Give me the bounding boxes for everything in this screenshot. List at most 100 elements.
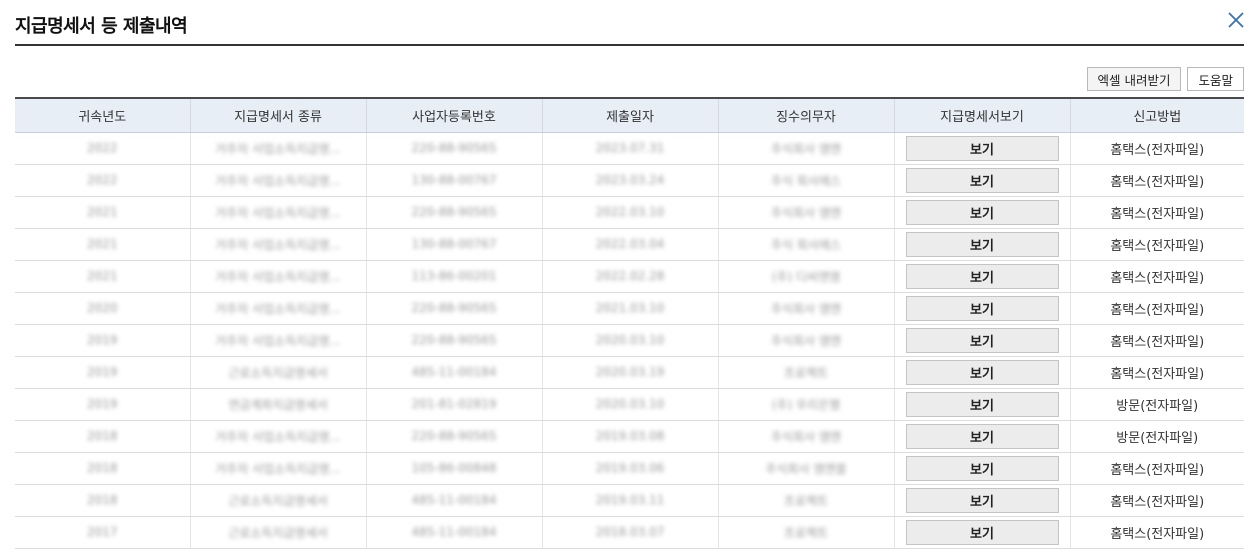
cell-year: 2021 — [86, 237, 118, 251]
dialog-title: 지급명세서 등 제출내역 — [15, 16, 188, 37]
cell-year-cell: 2022 — [15, 164, 190, 197]
view-button-cell: 보기 — [893, 420, 1070, 453]
submission-table: 귀속년도 지급명세서 종류 사업자등록번호 제출일자 징수의무자 지급명세서보기… — [15, 97, 1244, 549]
cell-method-cell: 홈택스(전자파일) — [1069, 484, 1244, 517]
cell-type: 거주자 사업소득지급명... — [215, 334, 341, 348]
cell-payer-cell: 주식회사 엠엔 — [717, 324, 894, 357]
cell-year: 2022 — [86, 141, 118, 155]
cell-method: 홈택스(전자파일) — [1110, 143, 1205, 158]
view-button[interactable]: 보기 — [905, 392, 1059, 417]
view-button[interactable]: 보기 — [905, 456, 1059, 481]
table-row: 2019 근로소득지급명세서 485-11-00184 2020.03.19 프로젝트 보… — [15, 356, 1244, 389]
help-button[interactable]: 도움말 — [1187, 67, 1244, 91]
col-header-bizno: 사업자등록번호 — [365, 97, 542, 133]
view-button[interactable]: 보기 — [905, 168, 1059, 193]
cell-bizno: 130-88-00767 — [411, 173, 497, 187]
cell-payer: 주식회사 엠엔블 — [765, 462, 847, 476]
cell-bizno-cell: 485-11-00184 — [365, 484, 542, 517]
title-divider — [15, 44, 1244, 46]
cell-year: 2019 — [86, 365, 118, 379]
table-row: 2018 거주자 사업소득지급명... 105-86-00848 2019.03.06… — [15, 452, 1244, 485]
view-button[interactable]: 보기 — [905, 424, 1059, 449]
col-header-type: 지급명세서 종류 — [189, 97, 366, 133]
table-row: 2018 근로소득지급명세서 485-11-00184 2019.03.11 프로젝트 보… — [15, 484, 1244, 517]
table-row: 2020 거주자 사업소득지급명... 220-88-90565 2021.03.10… — [15, 292, 1244, 325]
cell-payer: 프로젝트 — [783, 366, 829, 380]
cell-bizno-cell: 201-81-02819 — [365, 388, 542, 421]
view-button[interactable]: 보기 — [905, 488, 1059, 513]
cell-bizno-cell: 130-88-00767 — [365, 228, 542, 261]
cell-date: 2018.03.07 — [595, 525, 665, 539]
cell-year-cell: 2017 — [15, 516, 190, 549]
cell-bizno-cell: 485-11-00184 — [365, 356, 542, 389]
table-row: 2022 거주자 사업소득지급명... 220-88-90565 2023.07.31… — [15, 132, 1244, 165]
cell-type-cell: 거주자 사업소득지급명... — [189, 228, 366, 261]
cell-bizno: 485-11-00184 — [411, 525, 497, 539]
cell-type-cell: 거주자 사업소득지급명... — [189, 420, 366, 453]
close-icon[interactable] — [1226, 10, 1246, 30]
cell-date-cell: 2022.03.10 — [541, 196, 718, 229]
cell-date-cell: 2019.03.08 — [541, 420, 718, 453]
cell-date-cell: 2023.03.24 — [541, 164, 718, 197]
cell-payer-cell: 프로젝트 — [717, 356, 894, 389]
view-button-cell: 보기 — [893, 132, 1070, 165]
cell-type: 거주자 사업소득지급명... — [215, 462, 341, 476]
cell-bizno: 485-11-00184 — [411, 493, 497, 507]
cell-year-cell: 2020 — [15, 292, 190, 325]
view-button[interactable]: 보기 — [905, 200, 1059, 225]
cell-bizno-cell: 220-88-90565 — [365, 324, 542, 357]
cell-bizno-cell: 220-88-90565 — [365, 292, 542, 325]
cell-year-cell: 2018 — [15, 420, 190, 453]
table-row: 2021 거주자 사업소득지급명... 220-88-90565 2022.03.10… — [15, 196, 1244, 229]
col-header-method: 신고방법 — [1069, 97, 1244, 133]
cell-date: 2019.03.08 — [595, 429, 665, 443]
view-button[interactable]: 보기 — [905, 360, 1059, 385]
cell-payer-cell: 프로젝트 — [717, 484, 894, 517]
cell-method-cell: 홈택스(전자파일) — [1069, 516, 1244, 549]
cell-year-cell: 2019 — [15, 388, 190, 421]
cell-type: 연금계좌지급명세서 — [228, 398, 328, 412]
cell-type-cell: 근로소득지급명세서 — [189, 516, 366, 549]
cell-date: 2023.07.31 — [595, 141, 665, 155]
cell-date: 2020.03.10 — [595, 333, 665, 347]
cell-date-cell: 2020.03.19 — [541, 356, 718, 389]
cell-bizno: 220-88-90565 — [411, 141, 497, 155]
cell-type: 거주자 사업소득지급명... — [215, 206, 341, 220]
cell-date-cell: 2023.07.31 — [541, 132, 718, 165]
cell-type-cell: 거주자 사업소득지급명... — [189, 164, 366, 197]
view-button-cell: 보기 — [893, 516, 1070, 549]
view-button[interactable]: 보기 — [905, 264, 1059, 289]
view-button[interactable]: 보기 — [905, 328, 1059, 353]
cell-method: 방문(전자파일) — [1116, 399, 1199, 414]
view-button[interactable]: 보기 — [905, 296, 1059, 321]
cell-method-cell: 홈택스(전자파일) — [1069, 164, 1244, 197]
cell-type: 거주자 사업소득지급명... — [215, 238, 341, 252]
cell-bizno-cell: 130-88-00767 — [365, 164, 542, 197]
cell-method: 홈택스(전자파일) — [1110, 175, 1205, 190]
cell-type-cell: 거주자 사업소득지급명... — [189, 324, 366, 357]
cell-method-cell: 홈택스(전자파일) — [1069, 196, 1244, 229]
cell-date: 2022.02.28 — [595, 269, 665, 283]
cell-payer: (주) 디씨엔엠 — [771, 270, 841, 284]
table-row: 2018 거주자 사업소득지급명... 220-88-90565 2019.03.08… — [15, 420, 1244, 453]
view-button-cell: 보기 — [893, 484, 1070, 517]
cell-payer-cell: (주) 디씨엔엠 — [717, 260, 894, 293]
cell-bizno: 130-88-00767 — [411, 237, 497, 251]
view-button[interactable]: 보기 — [905, 136, 1059, 161]
view-button[interactable]: 보기 — [905, 520, 1059, 545]
cell-payer: 주식회사 엠엔 — [770, 142, 842, 156]
table-row: 2019 연금계좌지급명세서 201-81-02819 2020.03.10 (주) 우… — [15, 388, 1244, 421]
cell-type-cell: 거주자 사업소득지급명... — [189, 292, 366, 325]
cell-date: 2019.03.11 — [595, 493, 665, 507]
view-button[interactable]: 보기 — [905, 232, 1059, 257]
cell-payer: 주식회사 엠엔 — [770, 206, 842, 220]
cell-type-cell: 근로소득지급명세서 — [189, 356, 366, 389]
cell-payer-cell: 프로젝트 — [717, 516, 894, 549]
col-header-payer: 징수의무자 — [717, 97, 894, 133]
excel-download-button[interactable]: 엑셀 내려받기 — [1086, 67, 1182, 91]
cell-year: 2018 — [86, 429, 118, 443]
col-header-view: 지급명세서보기 — [893, 97, 1070, 133]
cell-date-cell: 2022.02.28 — [541, 260, 718, 293]
cell-bizno-cell: 220-88-90565 — [365, 196, 542, 229]
cell-method: 홈택스(전자파일) — [1110, 239, 1205, 254]
